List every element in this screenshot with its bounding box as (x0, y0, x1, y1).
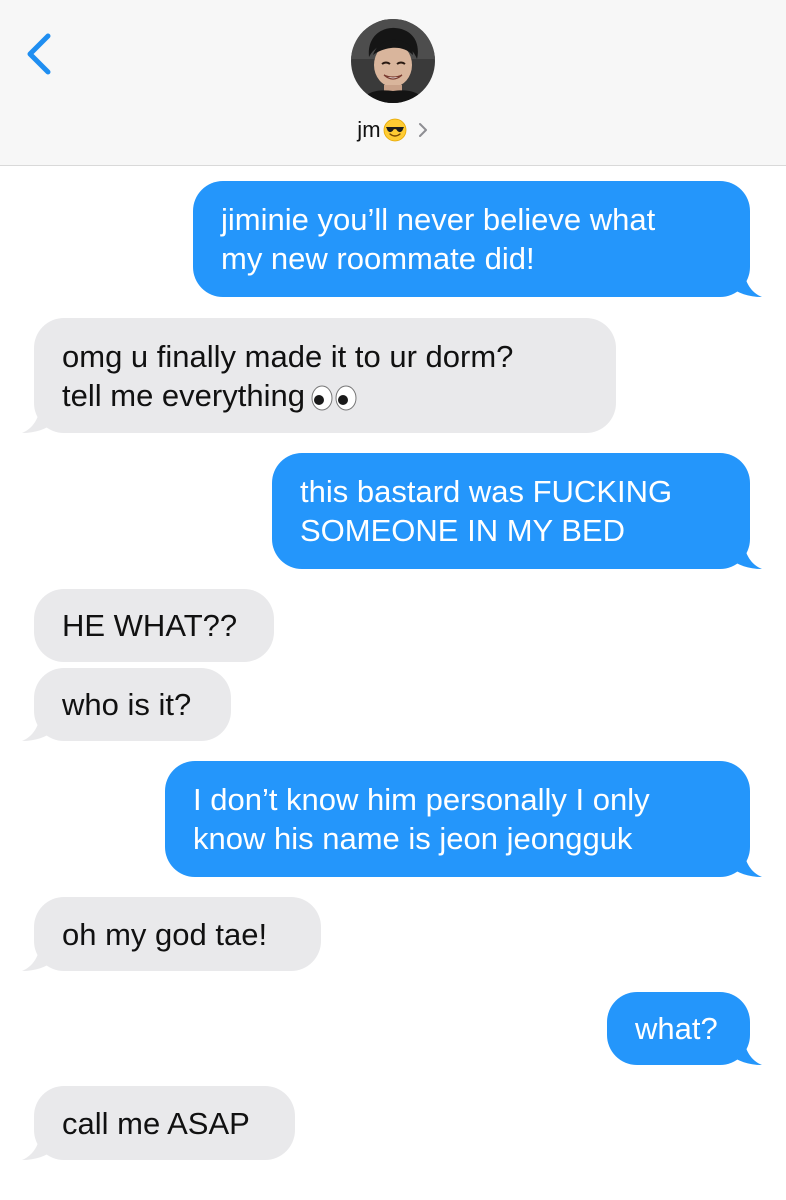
received-message[interactable]: omg u finally made it to ur dorm? tell m… (22, 318, 616, 433)
sent-message[interactable]: jiminie you’ll never believe what my new… (193, 181, 762, 297)
sent-message[interactable]: I don’t know him personally I only know … (165, 761, 762, 877)
bubble-tail (22, 1130, 54, 1160)
message-text: HE WHAT?? (62, 608, 238, 643)
contact-avatar[interactable] (351, 19, 435, 103)
eyes-emoji-icon (311, 381, 357, 410)
message-text: what? (635, 1011, 718, 1046)
conversation-header: jm (0, 0, 786, 166)
received-message[interactable]: call me ASAP (22, 1086, 295, 1160)
message-text: who is it? (62, 687, 192, 722)
avatar-photo (351, 19, 435, 103)
bubble-tail (22, 941, 54, 971)
back-button[interactable] (22, 30, 62, 78)
chevron-left-icon (27, 33, 51, 75)
sent-message[interactable]: this bastard was FUCKING SOMEONE IN MY B… (272, 453, 762, 569)
message-text: I don’t know him personally I only (193, 782, 650, 817)
message-text: know his name is jeon jeongguk (193, 821, 633, 856)
message-text: call me ASAP (62, 1105, 250, 1141)
contact-details-button[interactable]: jm (0, 112, 786, 148)
received-message[interactable]: oh my god tae! (22, 897, 321, 971)
message-text: oh my god tae! (62, 916, 268, 952)
received-message[interactable]: HE WHAT?? (34, 589, 274, 662)
message-text: omg u finally made it to ur dorm? (62, 338, 514, 374)
bubble-tail (730, 267, 762, 297)
sent-message[interactable]: what? (607, 992, 762, 1065)
bubble-tail (22, 711, 54, 741)
message-text: this bastard was FUCKING (300, 474, 673, 509)
contact-name: jm (357, 117, 381, 142)
message-text: my new roommate did! (221, 241, 535, 276)
chevron-right-icon (417, 121, 429, 139)
bubble-tail (22, 403, 54, 433)
bubble-tail (730, 1035, 762, 1065)
message-text: jiminie you’ll never believe what (221, 202, 656, 237)
bubble-tail (730, 847, 762, 877)
received-message[interactable]: who is it? (22, 668, 231, 741)
bubble-tail (730, 539, 762, 569)
message-text: tell me everything (62, 377, 305, 413)
message-text: SOMEONE IN MY BED (300, 513, 625, 548)
sunglasses-emoji-icon (383, 118, 407, 142)
